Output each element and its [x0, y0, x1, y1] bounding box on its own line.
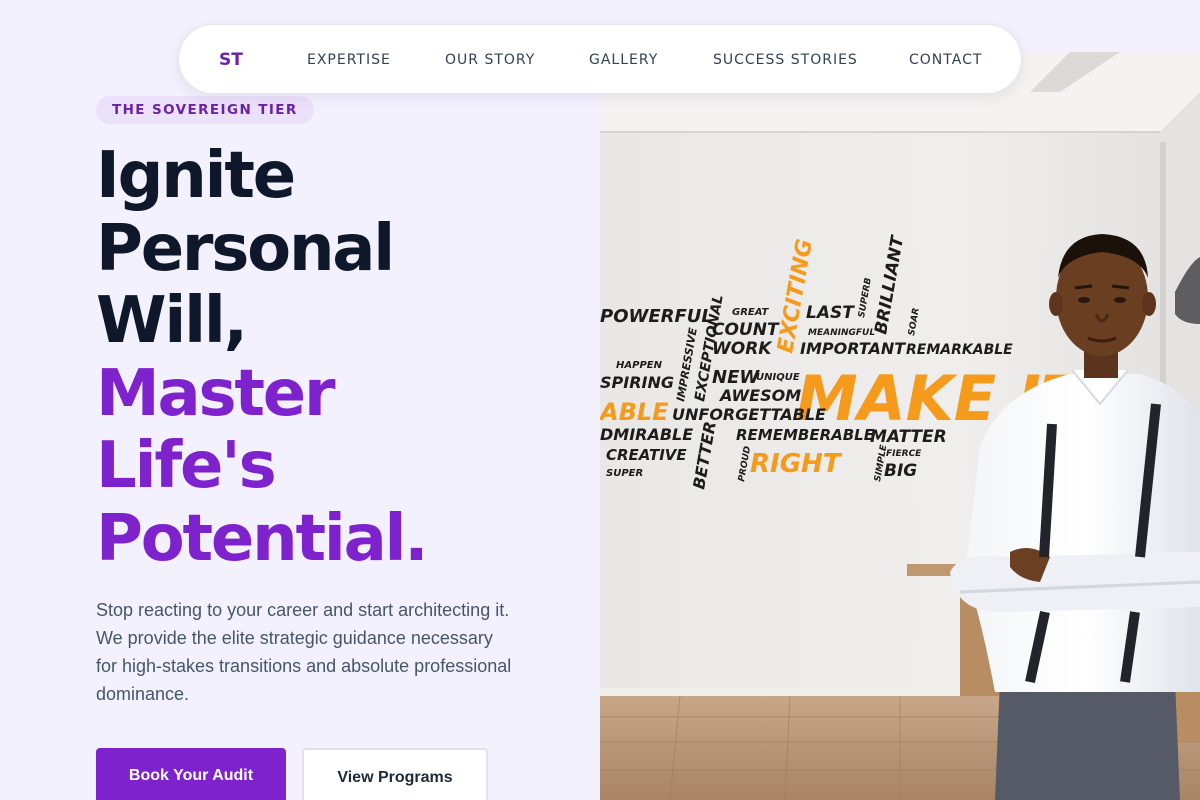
wall-word: WORK	[712, 339, 773, 359]
headline-line: Will,	[96, 284, 248, 358]
headline-accent-line: Life's	[96, 429, 277, 503]
wall-word: GREAT	[732, 307, 770, 318]
top-navigation: ST EXPERTISE OUR STORY GALLERY SUCCESS S…	[178, 24, 1022, 94]
headline-line: Ignite	[96, 139, 296, 213]
wall-word: SUPER	[606, 468, 643, 479]
wall-word: UNIQUE	[756, 372, 800, 383]
wall-word: COUNT	[712, 320, 780, 340]
hero-description: Stop reacting to your career and start a…	[96, 600, 512, 704]
book-audit-button[interactable]: Book Your Audit	[96, 748, 286, 800]
wall-word: REMEMBERABLE	[736, 426, 875, 444]
wall-word: CREATIVE	[606, 446, 687, 464]
wall-word: LAST	[806, 303, 855, 323]
nav-link-contact[interactable]: CONTACT	[909, 25, 982, 95]
brand-logo[interactable]: ST	[219, 25, 243, 95]
wall-word: ABLE	[600, 398, 669, 426]
view-programs-button[interactable]: View Programs	[302, 748, 488, 800]
wall-word: NEW	[712, 367, 760, 388]
wall-word: FIERCE	[886, 449, 922, 459]
nav-link-our-story[interactable]: OUR STORY	[445, 25, 535, 95]
wall-word: DMIRABLE	[600, 425, 693, 444]
wall-word: POWERFUL	[600, 306, 713, 327]
hero-headline: Ignite Personal Will, Master Life's Pote…	[96, 140, 596, 575]
wall-word: BIG	[884, 461, 917, 481]
nav-link-gallery[interactable]: GALLERY	[589, 25, 658, 95]
wall-word: MATTER	[870, 427, 947, 447]
wall-word: REMARKABLE	[906, 342, 1013, 358]
wall-word: SPIRING	[600, 373, 674, 392]
headline-accent-line: Master	[96, 356, 336, 431]
wall-word: HAPPEN	[616, 360, 663, 371]
hero-photo: POWERFUL GREAT COUNT WORK EXCITING LAST …	[600, 52, 1200, 800]
headline-accent-line: Potential.	[96, 501, 429, 576]
wall-word: UNFORGETTABLE	[672, 405, 826, 424]
wall-word: IMPORTANT	[800, 339, 906, 358]
wall-word: MEANINGFUL	[808, 328, 875, 338]
tier-badge: THE SOVEREIGN TIER	[96, 96, 314, 124]
wall-word: RIGHT	[750, 449, 843, 479]
headline-line: Personal	[96, 211, 395, 286]
nav-link-expertise[interactable]: EXPERTISE	[307, 25, 391, 95]
nav-link-success-stories[interactable]: SUCCESS STORIES	[713, 25, 858, 95]
